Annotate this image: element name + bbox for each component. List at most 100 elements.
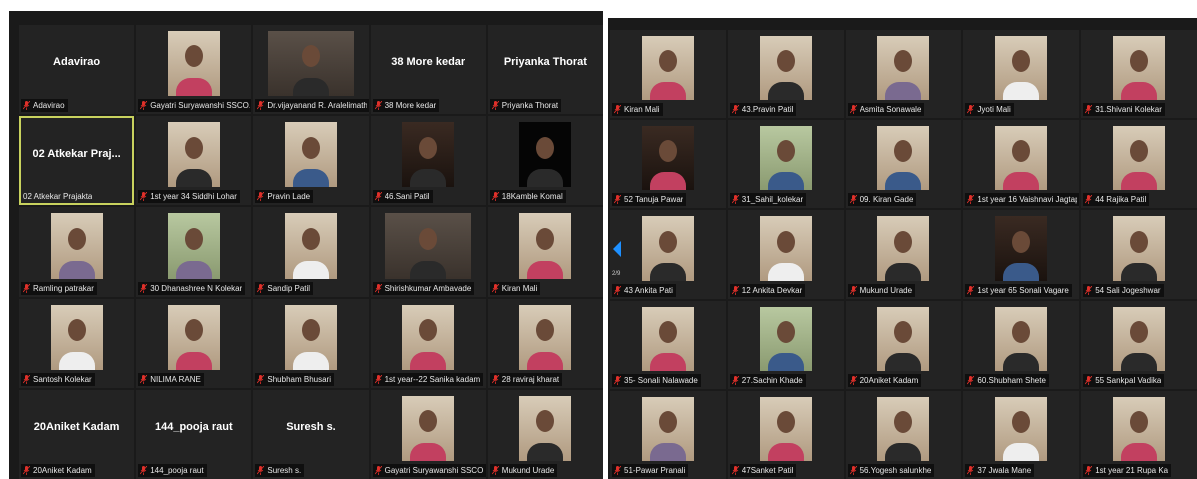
participant-name-tag: 52 Tanuja Pawar	[612, 193, 687, 207]
participant-tile[interactable]: 144_pooja raut 144_pooja raut	[136, 389, 252, 479]
participant-name-tag: 38 More kedar	[372, 99, 440, 113]
participant-tile[interactable]: Adavirao Adavirao	[19, 25, 135, 115]
participant-tile[interactable]: 46.Sani Patil	[370, 116, 486, 206]
participant-name-label: Shubham Bhusari	[267, 374, 331, 384]
participant-tile[interactable]: 28 raviraj kharat	[487, 298, 603, 388]
participant-tile[interactable]: 38 More kedar 38 More kedar	[370, 25, 486, 115]
participant-name-tag: 1st year 21 Rupa Ka	[1083, 463, 1172, 477]
participant-tile[interactable]: Shubham Bhusari	[253, 298, 369, 388]
participant-tile[interactable]: 60.Shubham Shete	[963, 300, 1080, 389]
participant-video	[284, 122, 337, 188]
participant-name-label: 46.Sani Patil	[384, 192, 430, 202]
participant-display-name: Adavirao	[53, 56, 101, 69]
participant-video	[167, 304, 220, 370]
participant-head	[184, 136, 203, 159]
muted-mic-icon	[257, 283, 265, 293]
participant-name-label: 20Aniket Kadam	[33, 465, 92, 475]
participant-head	[1130, 140, 1149, 163]
participant-tile[interactable]: 1st year 65 Sonali Vagare	[963, 210, 1080, 299]
participant-name-tag: 144_pooja raut	[138, 463, 207, 477]
participant-tile[interactable]: 1st year 16 Vaishnavi Jagtap	[963, 120, 1080, 209]
muted-mic-icon	[967, 195, 975, 205]
muted-mic-icon	[23, 283, 30, 293]
participant-tile[interactable]: Priyanka Thorat Priyanka Thorat	[487, 25, 603, 115]
participant-name-label: Asmita Sonawale	[859, 105, 922, 115]
participant-tile[interactable]: 31.Shivani Kolekar	[1081, 30, 1197, 119]
participant-tile[interactable]: 09. Kiran Gade	[845, 120, 962, 209]
participant-head	[1012, 230, 1031, 253]
participant-name-label: 30 Dhanashree N Kolekar	[150, 283, 243, 293]
participant-tile[interactable]: Gayatri Suryawanshi SSCO...	[370, 389, 486, 479]
participant-tile[interactable]: 27.Sachin Khade	[727, 300, 844, 389]
participant-tile[interactable]: Sandip Patil	[253, 207, 369, 297]
muted-mic-icon	[374, 374, 382, 384]
muted-mic-icon	[140, 101, 148, 111]
participant-tile[interactable]: Mukund Urade	[487, 389, 603, 479]
participant-tile[interactable]: Gayatri Suryawanshi SSCO...	[136, 25, 252, 115]
participant-tile[interactable]: 51-Pawar Pranali	[610, 390, 726, 479]
participant-name-tag: Priyanka Thorat	[489, 99, 562, 113]
participant-tile[interactable]: 18Kamble Komal	[487, 116, 603, 206]
participant-name-tag: 02 Atkekar Prajakta	[21, 190, 95, 203]
participant-body	[885, 352, 922, 371]
participant-tile[interactable]: Pravin Lade	[253, 116, 369, 206]
participant-name-label: 47Sanket Patil	[741, 465, 794, 475]
participant-tile[interactable]: Mukund Urade	[845, 210, 962, 299]
participant-tile[interactable]: 1st year--22 Sanika kadam	[370, 298, 486, 388]
participant-body	[527, 169, 564, 188]
participant-tile[interactable]: 55 Sankpal Vadika	[1081, 300, 1197, 389]
participant-name-tag: 20Aniket Kadam	[847, 373, 922, 387]
muted-mic-icon	[374, 465, 382, 475]
participant-tile[interactable]: 56.Yogesh salunkhe	[845, 390, 962, 479]
participant-tile[interactable]: 30 Dhanashree N Kolekar	[136, 207, 252, 297]
participant-video	[759, 306, 812, 371]
participant-name-tag: Adavirao	[21, 99, 68, 113]
participant-grid-right: Kiran Mali 43.Pravin Patil Asmita Sonawale…	[610, 30, 1197, 479]
participant-tile[interactable]: 44 Rajika Patil	[1081, 120, 1197, 209]
participant-tile[interactable]: Asmita Sonawale	[845, 30, 962, 119]
participant-name-tag: 43 Ankita Pati	[612, 283, 676, 297]
participant-tile[interactable]: 02 Atkekar Praj... 02 Atkekar Prajakta	[19, 116, 135, 206]
muted-mic-icon	[849, 105, 857, 115]
muted-mic-icon	[491, 374, 499, 384]
participant-tile[interactable]: 43 Ankita Pati	[610, 210, 726, 299]
participant-tile[interactable]: 20Aniket Kadam 20Aniket Kadam	[19, 389, 135, 479]
participant-tile[interactable]: Shirishkumar Ambavade	[370, 207, 486, 297]
participant-name-label: 37 Jwala Mane	[977, 465, 1032, 475]
participant-body	[649, 442, 686, 461]
participant-tile[interactable]: Jyoti Mali	[963, 30, 1080, 119]
participant-video	[1113, 396, 1166, 461]
participant-tile[interactable]: 31_Sahil_kolekar	[727, 120, 844, 209]
participant-name-label: Mukund Urade	[859, 285, 913, 295]
muted-mic-icon	[967, 105, 975, 115]
participant-tile[interactable]: 12 Ankita Devkar	[727, 210, 844, 299]
participant-tile[interactable]: NILIMA RANE	[136, 298, 252, 388]
participant-name-tag: 31.Shivani Kolekar	[1083, 103, 1165, 117]
participant-tile[interactable]: 35- Sonali Nalawade	[610, 300, 726, 389]
participant-tile[interactable]: Suresh s. Suresh s.	[253, 389, 369, 479]
participant-tile[interactable]: Santosh Kolekar	[19, 298, 135, 388]
participant-head	[1130, 320, 1149, 343]
participant-name-label: Gayatri Suryawanshi SSCO...	[384, 465, 485, 475]
participant-name-label: Pravin Lade	[267, 192, 311, 202]
participant-body	[292, 351, 329, 370]
participant-name-tag: NILIMA RANE	[138, 372, 204, 386]
participant-video	[641, 36, 694, 101]
participant-body	[527, 260, 564, 279]
participant-tile[interactable]: 1st year 21 Rupa Ka	[1081, 390, 1197, 479]
participant-tile[interactable]: 1st year 34 Siddhi Lohar	[136, 116, 252, 206]
participant-tile[interactable]: 20Aniket Kadam	[845, 300, 962, 389]
participant-tile[interactable]: Dr.vijayanand R. Aralelimath	[253, 25, 369, 115]
participant-tile[interactable]: 43.Pravin Patil	[727, 30, 844, 119]
participant-name-label: 52 Tanuja Pawar	[624, 195, 684, 205]
participant-head	[419, 410, 438, 433]
participant-tile[interactable]: 37 Jwala Mane	[963, 390, 1080, 479]
participant-tile[interactable]: 47Sanket Patil	[727, 390, 844, 479]
participant-tile[interactable]: Kiran Mali	[487, 207, 603, 297]
participant-tile[interactable]: Ramling patrakar	[19, 207, 135, 297]
participant-tile[interactable]: 54 Sali Jogeshwar	[1081, 210, 1197, 299]
participant-tile[interactable]: Kiran Mali	[610, 30, 726, 119]
previous-page-button[interactable]	[611, 238, 623, 260]
participant-tile[interactable]: 52 Tanuja Pawar	[610, 120, 726, 209]
participant-name-label: 27.Sachin Khade	[741, 375, 803, 385]
